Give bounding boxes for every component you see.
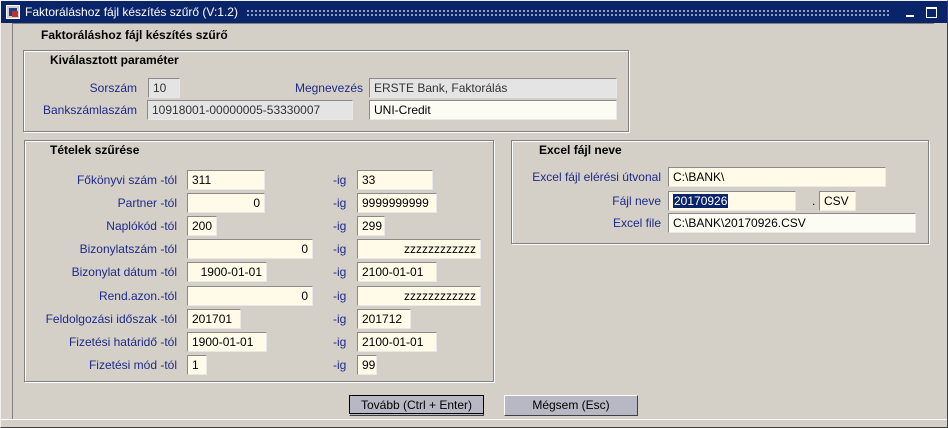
- filter-label: Feldolgozási időszak -tól: [45, 312, 177, 326]
- app-icon: [6, 5, 20, 19]
- filename-input[interactable]: 20170926: [668, 191, 796, 211]
- filter-label: Bizonylatszám -tól: [79, 242, 177, 256]
- filter-to-input[interactable]: 33: [357, 170, 433, 190]
- filter-ig-label: -ig: [333, 196, 347, 210]
- filter-to-input[interactable]: 9999999999: [357, 193, 437, 213]
- filter-label: Naplókód -tól: [106, 219, 177, 233]
- filter-to-input[interactable]: 99: [357, 355, 377, 375]
- next-button[interactable]: Tovább (Ctrl + Enter): [349, 395, 484, 416]
- filter-from-input[interactable]: 201701: [187, 309, 241, 329]
- filter-label: Partner -tól: [117, 196, 177, 210]
- bankszamla-label: Bankszámlaszám: [42, 103, 137, 117]
- filter-ig-label: -ig: [333, 219, 347, 233]
- filter-label: Rend.azon.-tól: [98, 289, 177, 303]
- filter-from-input[interactable]: 0: [187, 193, 265, 213]
- next-button-label: Tovább (Ctrl + Enter): [349, 395, 484, 414]
- filter-ig-label: -ig: [333, 289, 347, 303]
- filter-from-input[interactable]: 0: [187, 239, 313, 259]
- filter-ig-label: -ig: [333, 265, 347, 279]
- filter-label: Főkönyvi szám -tól: [76, 173, 177, 187]
- filter-to-input[interactable]: zzzzzzzzzzzz: [357, 286, 481, 306]
- filter-from-input[interactable]: 1900-01-01: [187, 332, 267, 352]
- filename-selected-text: 20170926: [673, 194, 729, 208]
- form-client-area: Faktoráláshoz fájl készítés szűrő Kivála…: [12, 23, 934, 419]
- filter-label: Bizonylat dátum -tól: [71, 265, 177, 279]
- selected-param-title: Kiválasztott paraméter: [46, 53, 183, 67]
- bankszamla-field[interactable]: 10918001-00000005-53330007: [147, 100, 353, 120]
- sorszam-label: Sorszám: [89, 81, 137, 95]
- excel-file-label: Excel file: [612, 216, 661, 230]
- filter-from-input[interactable]: 0: [187, 286, 313, 306]
- status-strip: [1, 419, 947, 427]
- excel-path-input[interactable]: C:\BANK\: [668, 167, 886, 187]
- filter-group-title: Tételek szűrése: [46, 143, 144, 157]
- cancel-button[interactable]: Mégsem (Esc): [504, 395, 638, 416]
- filter-ig-label: -ig: [333, 335, 347, 349]
- megnevezes-label: Megnevezés: [294, 81, 363, 95]
- filter-label: Fizetési mód -tól: [88, 358, 177, 372]
- filter-to-input[interactable]: 2100-01-01: [357, 332, 437, 352]
- sorszam-field[interactable]: 10: [148, 78, 180, 98]
- filter-ig-label: -ig: [333, 312, 347, 326]
- filter-to-input[interactable]: 2100-01-01: [357, 262, 437, 282]
- filter-ig-label: -ig: [333, 242, 347, 256]
- filter-to-input[interactable]: zzzzzzzzzzzz: [357, 239, 481, 259]
- filter-from-input[interactable]: 1900-01-01: [187, 262, 267, 282]
- filter-from-input[interactable]: 311: [187, 170, 265, 190]
- maximize-icon[interactable]: [923, 5, 939, 19]
- filter-to-input[interactable]: 299: [357, 216, 385, 236]
- filter-label: Fizetési határidő -tól: [68, 335, 177, 349]
- minimize-icon[interactable]: [903, 5, 919, 19]
- filter-to-input[interactable]: 201712: [357, 309, 411, 329]
- megnevezes-field[interactable]: ERSTE Bank, Faktorálás: [369, 78, 617, 98]
- extension-dot: .: [812, 194, 816, 208]
- filter-from-input[interactable]: 200: [187, 216, 217, 236]
- excel-file-field[interactable]: C:\BANK\20170926.CSV: [668, 213, 916, 233]
- excel-group-title: Excel fájl neve: [535, 143, 626, 157]
- bank-name-field[interactable]: UNI-Credit: [369, 100, 617, 120]
- filter-ig-label: -ig: [333, 173, 347, 187]
- filter-from-input[interactable]: 1: [187, 355, 207, 375]
- title-bar-pattern: [246, 9, 891, 16]
- form-heading: Faktoráláshoz fájl készítés szűrő: [41, 28, 228, 42]
- title-bar[interactable]: Faktoráláshoz fájl készítés szűrő (V:1.2…: [1, 1, 947, 23]
- window-title: Faktoráláshoz fájl készítés szűrő (V:1.2…: [25, 5, 238, 19]
- filter-ig-label: -ig: [333, 358, 347, 372]
- filename-label: Fájl neve: [612, 194, 661, 208]
- extension-input[interactable]: CSV: [819, 191, 856, 211]
- excel-path-label: Excel fájl elérési útvonal: [532, 170, 661, 184]
- app-window: Faktoráláshoz fájl készítés szűrő (V:1.2…: [0, 0, 948, 428]
